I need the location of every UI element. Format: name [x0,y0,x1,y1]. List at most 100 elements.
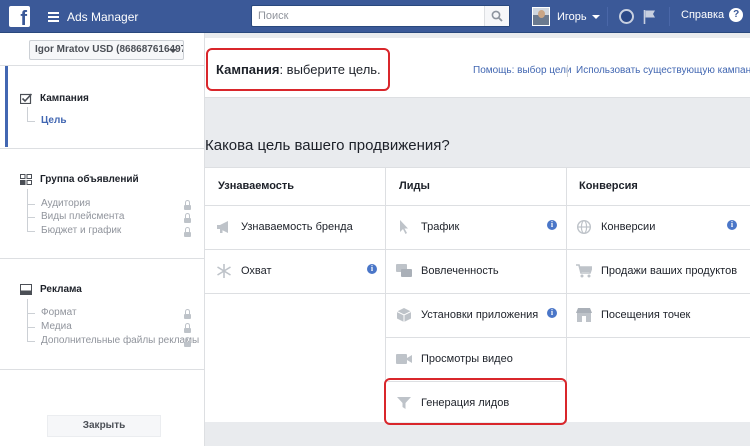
tree-line [27,313,35,314]
objective-traffic[interactable]: Трафик [396,220,459,234]
lock-icon [184,309,191,320]
close-button[interactable]: Закрыть [47,415,161,437]
tree-line [27,327,35,328]
column-header-awareness: Узнаваемость [218,180,295,192]
user-name: Игорь [557,10,587,23]
sidebar-item-audience[interactable]: Аудитория [41,198,90,209]
sidebar-item-label: Кампания [40,93,89,104]
objective-engagement[interactable]: Вовлеченность [396,264,499,278]
megaphone-icon [217,221,228,233]
facebook-logo-icon[interactable]: f [9,6,30,29]
adset-grid-icon [20,174,32,185]
divider [386,249,566,250]
cursor-icon [400,220,408,234]
info-icon[interactable]: i [727,220,737,230]
account-name: Igor Mratov USD (868687616497... [35,44,184,55]
tree-line [27,217,35,218]
column-header-conversion: Конверсия [579,180,638,192]
divider [567,65,568,77]
tree-line [27,341,35,342]
objective-label: Трафик [421,221,460,233]
sidebar-item-budget[interactable]: Бюджет и график [41,225,121,236]
divider [205,249,385,250]
chat-icon [396,264,412,277]
sidebar-item-media[interactable]: Медиа [41,321,72,332]
tree-line [27,121,35,122]
ad-icon [20,284,32,295]
chevron-down-icon [591,14,600,19]
divider [205,293,385,294]
tree-line [27,231,35,232]
info-icon[interactable]: i [547,220,557,230]
tree-line [27,204,35,205]
divider [669,7,670,26]
search-input[interactable] [252,6,484,26]
objective-conversions[interactable]: Конверсии [576,220,655,234]
objective-brand-awareness[interactable]: Узнаваемость бренда [216,220,353,234]
tree-line [27,189,28,231]
info-icon[interactable]: i [367,264,377,274]
objective-store-visits[interactable]: Посещения точек [576,308,690,322]
divider [567,249,750,250]
top-navigation-bar: f Ads Manager Игорь Справка ? [0,0,750,33]
sidebar-item-label: Реклама [40,284,82,295]
highlight-frame [384,378,567,425]
divider [0,65,204,66]
use-existing-campaign-link[interactable]: Использовать существующую кампанию [576,65,750,76]
divider [0,148,204,149]
store-icon [576,308,592,322]
lock-icon [184,227,191,238]
campaign-icon [20,93,32,104]
sidebar-item-extra-files[interactable]: Дополнительные файлы рекламы [41,335,199,346]
objective-video-views[interactable]: Просмотры видео [396,352,513,366]
globe-icon[interactable] [619,9,634,24]
objective-reach[interactable]: Охват [216,264,272,278]
box-icon [396,308,412,322]
divider [386,293,566,294]
help-label: Справка [681,9,725,21]
snowflake-icon [217,264,231,278]
search-box [251,5,510,27]
app-name: Ads Manager [67,10,139,24]
cart-icon [576,264,592,278]
account-selector[interactable]: Igor Mratov USD (868687616497... [29,40,184,60]
flag-icon[interactable] [643,9,657,24]
question-icon: ? [729,8,744,22]
divider [0,369,204,370]
objective-label: Установки приложения [421,309,539,321]
objective-label: Посещения точек [601,309,691,321]
campaign-header: Кампания: выберите цель. Помощь: выбор ц… [205,38,750,98]
divider [205,205,750,206]
objective-product-sales[interactable]: Продажи ваших продуктов [576,264,737,278]
divider [386,337,566,338]
ads-manager-menu-button[interactable]: Ads Manager [48,8,138,26]
user-menu[interactable]: Игорь [532,6,600,27]
divider [567,293,750,294]
objective-label: Конверсии [601,221,656,233]
help-menu[interactable]: Справка ? [681,8,744,22]
sidebar-item-placements[interactable]: Виды плейсмента [41,211,124,222]
sidebar-item-campaign[interactable]: Кампания [20,93,89,104]
lock-icon [184,213,191,224]
divider [567,337,750,338]
sidebar-item-ad[interactable]: Реклама [20,284,82,295]
objective-label: Продажи ваших продуктов [601,265,738,277]
lock-icon [184,337,191,348]
objective-app-installs[interactable]: Установки приложения [396,308,538,322]
sidebar-item-adset[interactable]: Группа объявлений [20,174,139,185]
active-indicator [5,66,8,147]
sidebar-item-label: Группа объявлений [40,174,139,185]
sidebar-item-objective[interactable]: Цель [41,115,67,126]
search-icon [491,10,503,22]
hamburger-icon [48,12,59,22]
chevron-down-icon [169,49,177,53]
info-icon[interactable]: i [547,308,557,318]
tree-line [27,107,28,121]
highlight-frame [206,48,390,91]
objective-label: Узнаваемость бренда [241,221,353,233]
objective-question: Какова цель вашего продвижения? [205,137,450,154]
help-choose-objective-link[interactable]: Помощь: выбор цели [473,65,572,76]
search-button[interactable] [484,6,509,26]
sidebar-item-format[interactable]: Формат [41,307,77,318]
sidebar: Igor Mratov USD (868687616497... Кампани… [0,33,205,446]
